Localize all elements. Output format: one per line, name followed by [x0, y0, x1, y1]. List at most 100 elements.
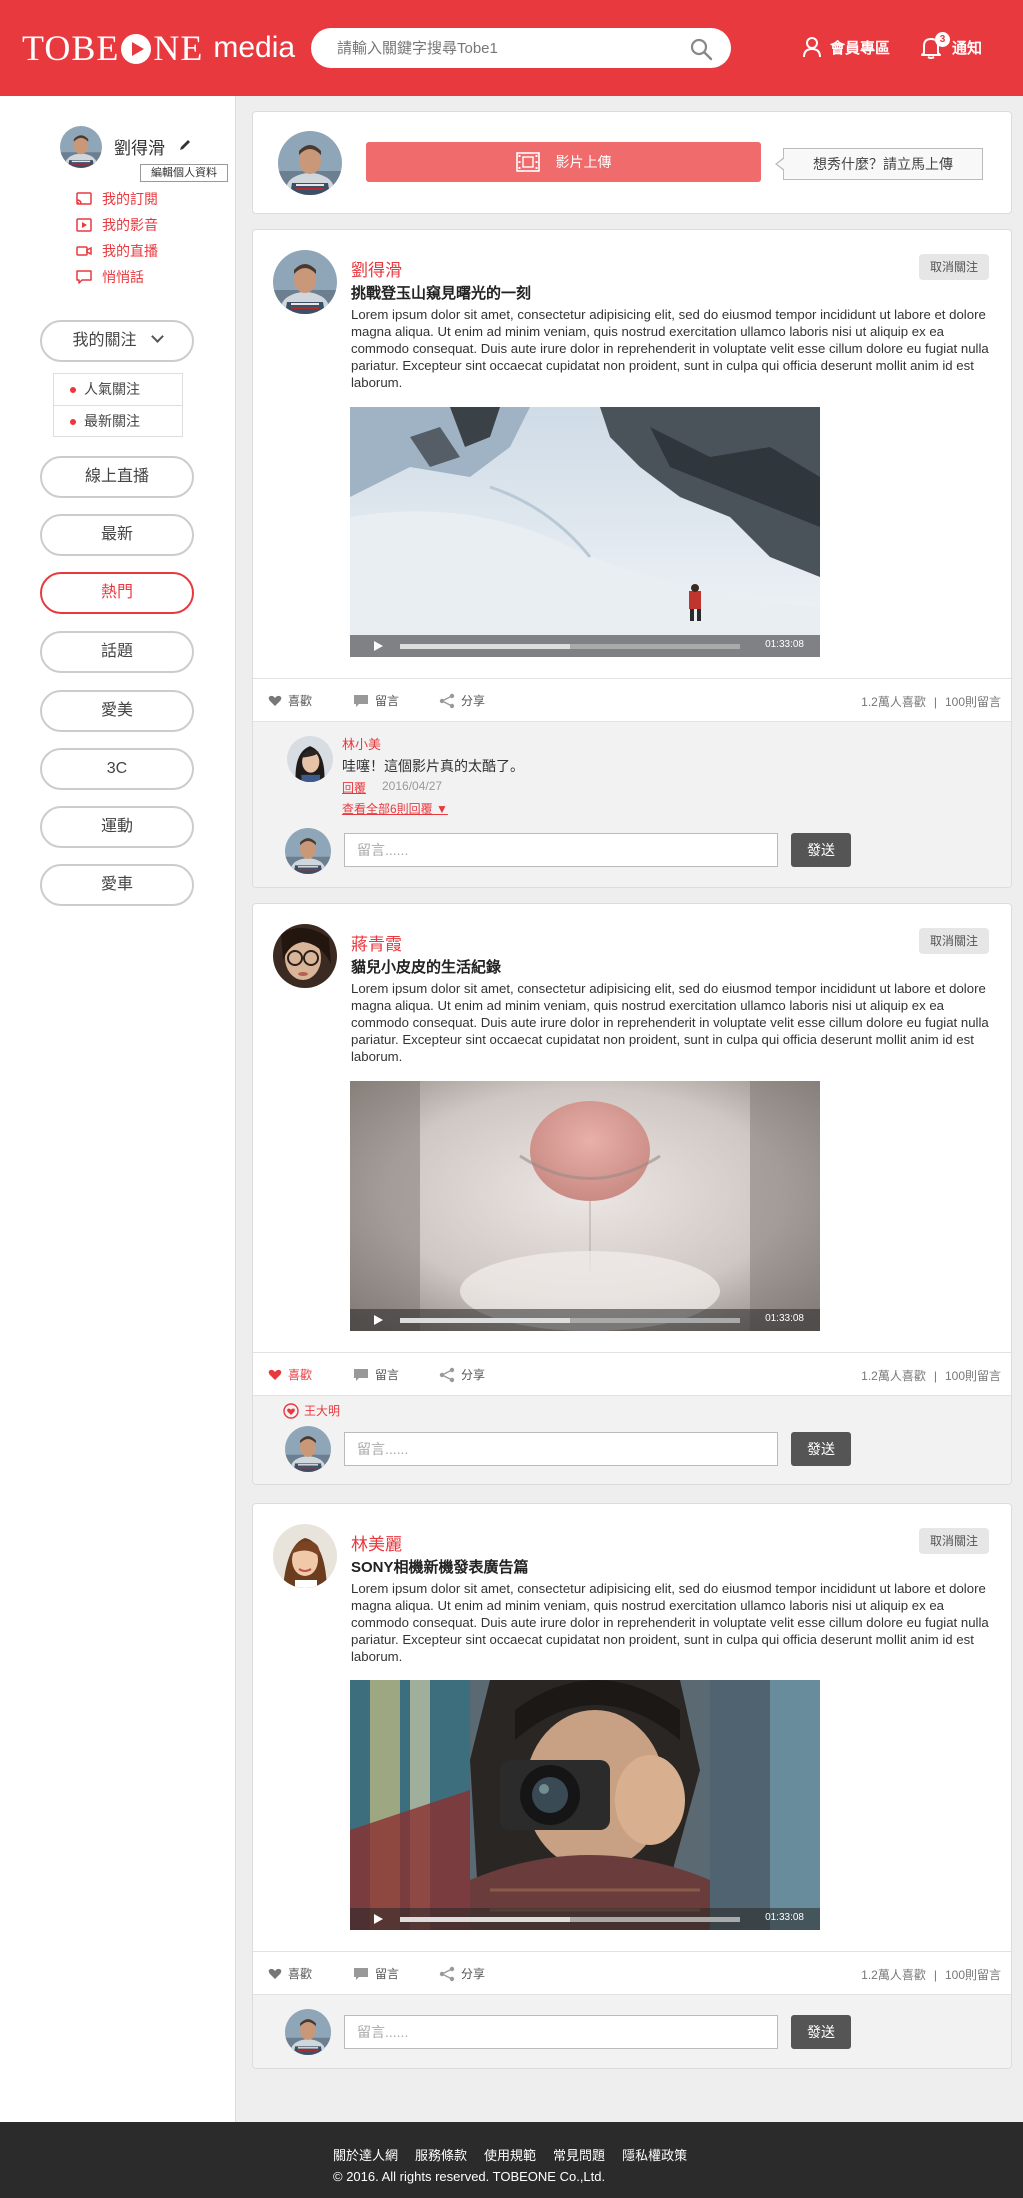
comment-input[interactable] — [344, 833, 778, 867]
category-latest[interactable]: 最新 — [40, 514, 194, 556]
user-avatar[interactable] — [60, 126, 102, 168]
share-button[interactable]: 分享 — [439, 1366, 485, 1383]
video-play-icon — [76, 218, 92, 232]
sidebar-item-subscriptions[interactable]: 我的訂閱 — [76, 186, 158, 212]
comment-button[interactable]: 留言 — [353, 1965, 399, 1982]
post-author[interactable]: 劉得滑 — [351, 256, 402, 281]
video-player[interactable]: 01:33:08 — [350, 407, 820, 657]
user-icon — [803, 37, 821, 58]
video-progress-fill — [400, 1318, 570, 1323]
view-all-replies-link[interactable]: 查看全部6則回覆 ▼ — [342, 800, 448, 817]
share-label: 分享 — [461, 1368, 486, 1382]
comment-icon — [354, 1967, 368, 1980]
likes-count: 1.2萬人喜歡 — [861, 695, 926, 709]
comment-icon — [354, 694, 368, 707]
like-label: 喜歡 — [288, 1967, 313, 1981]
play-icon[interactable] — [374, 1315, 383, 1325]
play-icon[interactable] — [374, 641, 383, 651]
footer-link-privacy[interactable]: 隱私權政策 — [622, 2145, 687, 2164]
category-hot[interactable]: 熱門 — [40, 572, 194, 614]
commenter-avatar[interactable] — [287, 736, 333, 782]
video-time: 01:33:08 — [765, 639, 804, 650]
send-button[interactable]: 發送 — [791, 833, 851, 867]
comment-input[interactable] — [344, 2015, 778, 2049]
commenter-name[interactable]: 林小美 — [342, 734, 381, 753]
notification-link[interactable]: 3 通知 — [920, 32, 982, 60]
upload-video-button[interactable]: 影片上傳 — [366, 142, 761, 182]
footer-link-about[interactable]: 關於達人網 — [333, 2145, 398, 2164]
share-button[interactable]: 分享 — [439, 1965, 485, 1982]
search-bar — [311, 28, 731, 68]
footer-link-terms[interactable]: 服務條款 — [415, 2145, 467, 2164]
comment-button[interactable]: 留言 — [353, 692, 399, 709]
my-follows-dropdown[interactable]: 我的關注 — [40, 320, 194, 362]
like-label: 喜歡 — [288, 694, 313, 708]
play-icon[interactable] — [374, 1914, 383, 1924]
member-label: 會員專區 — [830, 39, 891, 57]
sidebar-item-label: 悄悄話 — [102, 269, 144, 285]
video-progress-bar[interactable] — [400, 644, 740, 649]
comments-count: 100則留言 — [944, 1369, 1001, 1383]
category-cars[interactable]: 愛車 — [40, 864, 194, 906]
video-player[interactable]: 01:33:08 — [350, 1680, 820, 1930]
stats-separator: | — [933, 1968, 937, 1982]
video-player[interactable]: 01:33:08 — [350, 1081, 820, 1331]
category-3c[interactable]: 3C — [40, 748, 194, 790]
sidebar-item-my-videos[interactable]: 我的影音 — [76, 212, 158, 238]
sidebar-item-whispers[interactable]: 悄悄話 — [76, 264, 158, 290]
like-button[interactable]: 喜歡 — [268, 692, 312, 709]
video-time: 01:33:08 — [765, 1313, 804, 1324]
heart-icon — [268, 695, 282, 706]
comment-label: 留言 — [375, 694, 400, 708]
member-area-link[interactable]: 會員專區 — [802, 34, 890, 60]
my-avatar — [285, 2009, 331, 2055]
footer-link-faq[interactable]: 常見問題 — [553, 2145, 605, 2164]
liker-name[interactable]: 王大明 — [304, 1402, 340, 1419]
unfollow-button[interactable]: 取消關注 — [919, 254, 989, 280]
liked-by: 王大明 — [283, 1402, 340, 1419]
pencil-icon[interactable] — [178, 138, 192, 152]
likes-count: 1.2萬人喜歡 — [861, 1968, 926, 1982]
unfollow-button[interactable]: 取消關注 — [919, 1528, 989, 1554]
footer-link-rules[interactable]: 使用規範 — [484, 2145, 536, 2164]
site-logo[interactable]: TOBE NE media — [22, 26, 295, 70]
video-progress-bar[interactable] — [400, 1917, 740, 1922]
category-live[interactable]: 線上直播 — [40, 456, 194, 498]
send-button[interactable]: 發送 — [791, 1432, 851, 1466]
comment-button[interactable]: 留言 — [353, 1366, 399, 1383]
comment-text: 哇噻！這個影片真的太酷了。 — [342, 758, 524, 774]
left-sidebar: 劉得滑 編輯個人資料 我的訂閱 我的影音 我的直播 悄悄話 我的關注 人氣關注 … — [0, 96, 236, 2122]
post-actions: 喜歡 留言 分享 1.2萬人喜歡 | 100則留言 — [253, 1951, 1011, 1995]
post-author[interactable]: 蔣青霞 — [351, 930, 402, 955]
logo-play-icon — [121, 34, 152, 64]
author-avatar[interactable] — [273, 250, 337, 314]
search-icon[interactable] — [689, 37, 713, 61]
edit-profile-button[interactable]: 編輯個人資料 — [140, 164, 228, 182]
unfollow-button[interactable]: 取消關注 — [919, 928, 989, 954]
footer-links: 關於達人網 服務條款 使用規範 常見問題 隱私權政策 — [333, 2145, 704, 2164]
post-author[interactable]: 林美麗 — [351, 1530, 402, 1555]
video-progress-bar[interactable] — [400, 1318, 740, 1323]
author-avatar[interactable] — [273, 1524, 337, 1588]
post-title: SONY相機新機發表廣告篇 — [351, 1559, 529, 1576]
sidebar-item-my-live[interactable]: 我的直播 — [76, 238, 158, 264]
comment-icon — [354, 1368, 368, 1381]
author-avatar[interactable] — [273, 924, 337, 988]
video-controls: 01:33:08 — [350, 635, 820, 657]
bell-icon: 3 — [920, 32, 950, 59]
search-input[interactable] — [337, 28, 667, 68]
like-button[interactable]: 喜歡 — [268, 1366, 312, 1383]
reply-link[interactable]: 回覆 — [342, 779, 366, 796]
share-button[interactable]: 分享 — [439, 692, 485, 709]
category-sports[interactable]: 運動 — [40, 806, 194, 848]
follow-dropdown-menu: 人氣關注 最新關注 — [53, 373, 183, 437]
send-button[interactable]: 發送 — [791, 2015, 851, 2049]
category-topics[interactable]: 話題 — [40, 631, 194, 673]
follow-option-popular[interactable]: 人氣關注 — [54, 374, 182, 405]
comments-count: 100則留言 — [944, 1968, 1001, 1982]
post-card: 林美麗 SONY相機新機發表廣告篇 Lorem ipsum dolor sit … — [252, 1503, 1012, 2069]
follow-option-latest[interactable]: 最新關注 — [54, 405, 182, 436]
category-beauty[interactable]: 愛美 — [40, 690, 194, 732]
comment-input[interactable] — [344, 1432, 778, 1466]
like-button[interactable]: 喜歡 — [268, 1965, 312, 1982]
